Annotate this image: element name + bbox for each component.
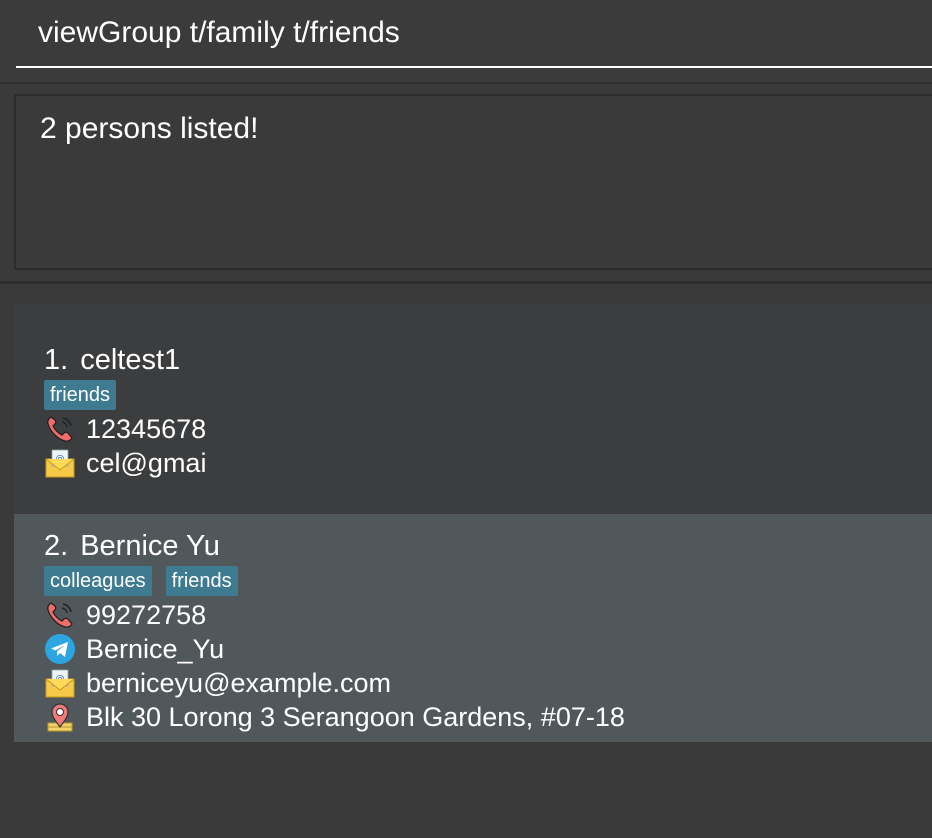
phone-row: 99272758 [44,598,932,632]
tag: colleagues [44,566,152,596]
command-input[interactable] [16,0,932,68]
email-row: @ berniceyu@example.com [44,666,932,700]
person-name: Bernice Yu [80,530,220,562]
telegram-icon [45,634,75,664]
email-icon: @ [45,669,75,698]
email-row: @ cel@gmai [44,446,932,480]
person-index: 1. [44,344,69,376]
result-display: 2 persons listed! [14,94,932,270]
person-index: 2. [44,530,69,562]
person-list[interactable]: 1. celtest1 friends 12345678 @ cel@gmai [14,304,932,742]
phone-number: 99272758 [86,599,207,630]
telegram-row: Bernice_Yu [44,632,932,666]
person-card[interactable]: 1. celtest1 friends 12345678 @ cel@gmai [14,304,932,514]
person-name: celtest1 [80,344,181,376]
email-icon: @ [45,449,75,478]
person-name-row: 1. celtest1 [44,342,932,378]
telegram-handle: Bernice_Yu [86,633,225,664]
email-address: berniceyu@example.com [86,667,392,698]
person-card-selected[interactable]: 2. Bernice Yu colleagues friends 9927275… [14,514,932,742]
phone-icon [47,602,73,628]
address: Blk 30 Lorong 3 Serangoon Gardens, #07-1… [86,701,625,732]
email-address: cel@gmai [86,447,207,478]
person-name-row: 2. Bernice Yu [44,528,932,564]
tag: friends [44,380,117,410]
tag: friends [165,566,238,596]
command-box [0,0,932,84]
divider [0,281,932,284]
map-pin-icon [47,703,73,732]
phone-number: 12345678 [86,413,207,444]
phone-icon [47,416,73,442]
result-message: 2 persons listed! [40,112,259,145]
phone-row: 12345678 [44,412,932,446]
tag-list: friends [44,378,932,412]
address-row: Blk 30 Lorong 3 Serangoon Gardens, #07-1… [44,700,932,734]
tag-list: colleagues friends [44,564,932,598]
